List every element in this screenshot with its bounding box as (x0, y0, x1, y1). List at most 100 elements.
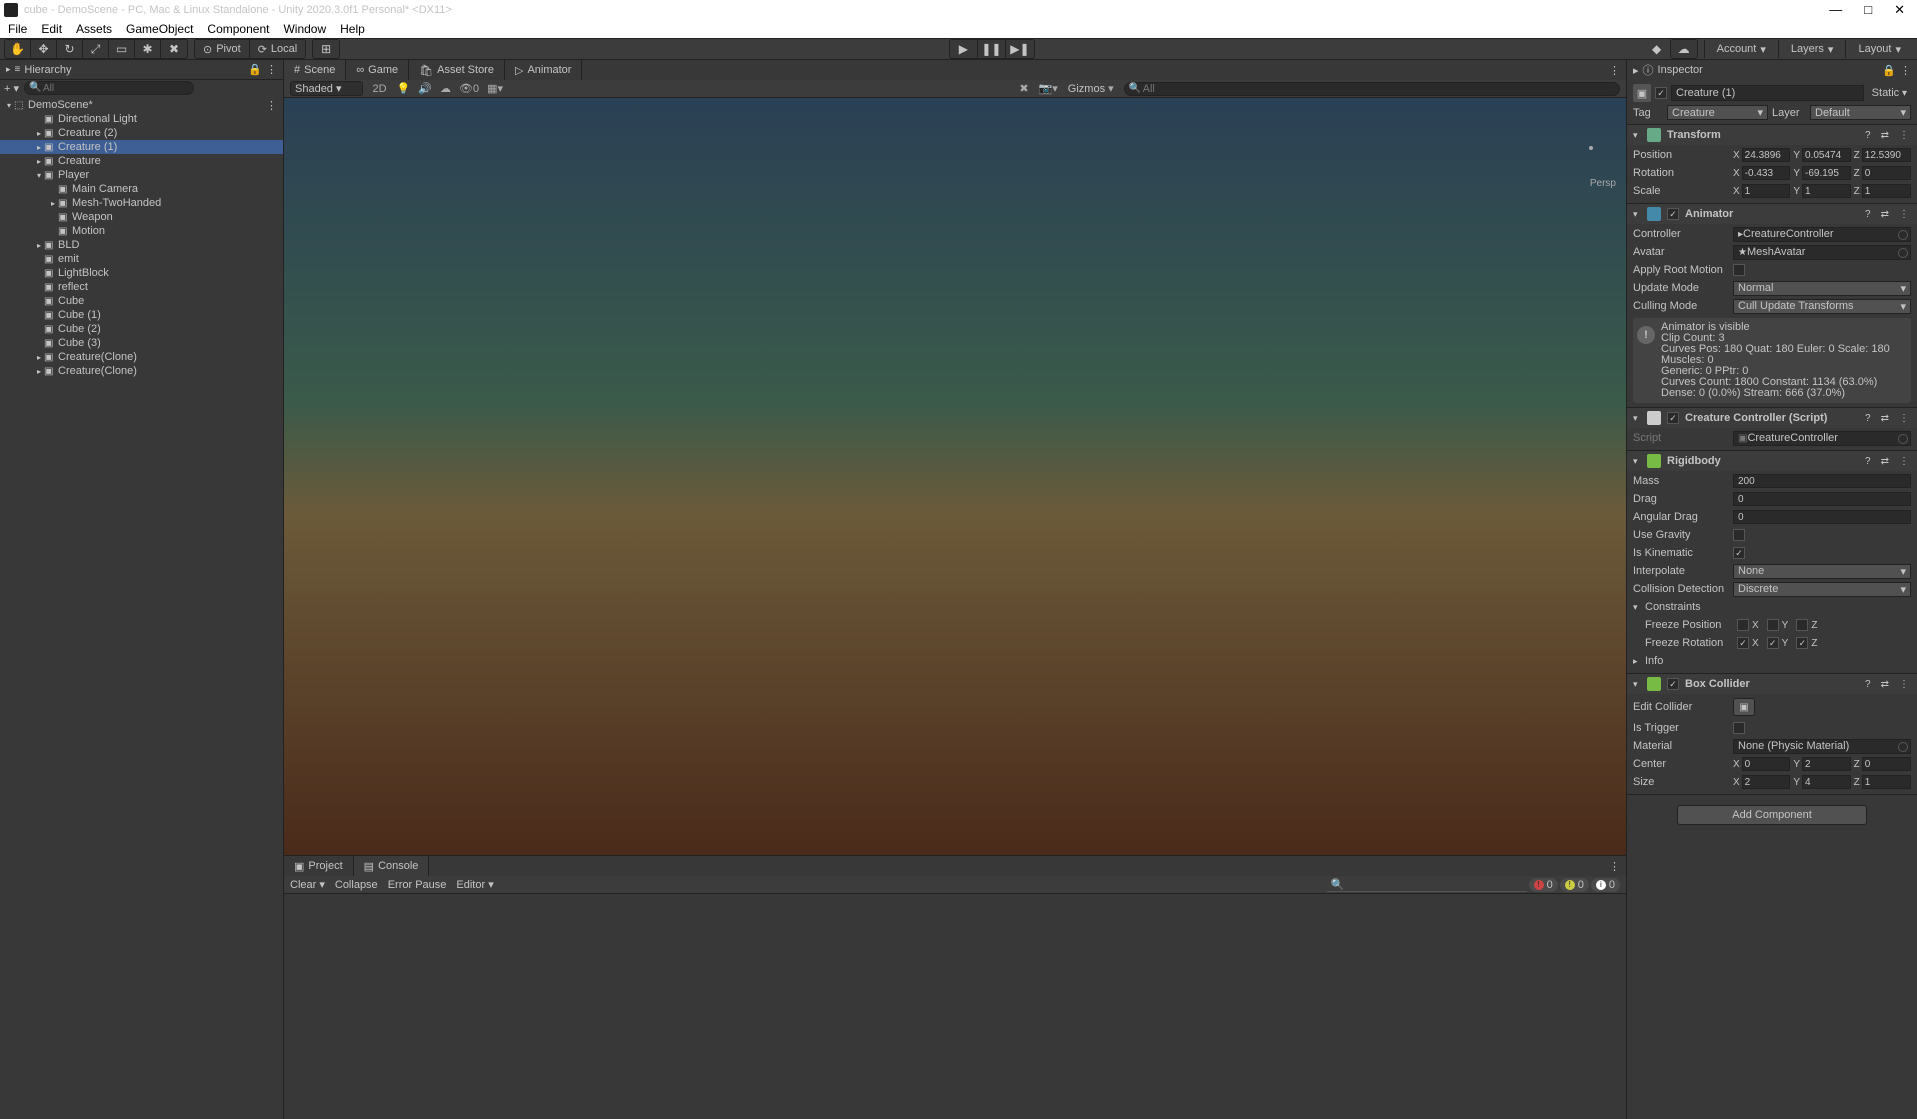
scale-y[interactable] (1802, 184, 1851, 198)
hierarchy-item[interactable]: ▣reflect (0, 280, 283, 294)
position-z[interactable] (1862, 148, 1911, 162)
size-x[interactable] (1742, 775, 1791, 789)
gameobject-icon[interactable]: ▣ (1633, 84, 1651, 102)
usegravity-checkbox[interactable] (1733, 529, 1745, 541)
options-icon[interactable]: ⋮ (1897, 413, 1911, 424)
tab-animator[interactable]: ▷Animator (505, 60, 583, 80)
active-checkbox[interactable] (1655, 87, 1667, 99)
play-button-icon[interactable]: ▶ (950, 40, 978, 58)
shading-mode-dropdown[interactable]: Shaded ▾ (290, 81, 363, 96)
collab-icon[interactable]: ◆ (1644, 40, 1670, 58)
help-icon[interactable]: ? (1863, 679, 1873, 690)
lighting-icon[interactable]: 💡 (397, 82, 411, 95)
hierarchy-item[interactable]: ▣Cube (0, 294, 283, 308)
error-count-badge[interactable]: !0 (1529, 878, 1558, 892)
tab-console[interactable]: ▤Console (354, 856, 430, 876)
options-icon[interactable]: ⋮ (266, 63, 277, 76)
hierarchy-item[interactable]: ▾▣Player (0, 168, 283, 182)
help-icon[interactable]: ? (1863, 456, 1873, 467)
hierarchy-item[interactable]: ▸▣Creature (1) (0, 140, 283, 154)
collision-detection-dropdown[interactable]: Discrete▾ (1733, 582, 1911, 597)
console-clear-button[interactable]: Clear ▾ (290, 878, 325, 891)
size-z[interactable] (1862, 775, 1911, 789)
layers-dropdown[interactable]: Layers ▾ (1778, 40, 1846, 58)
controller-field[interactable]: ▸CreatureController (1733, 227, 1911, 242)
rotation-z[interactable] (1862, 166, 1911, 180)
help-icon[interactable]: ? (1863, 413, 1873, 424)
hierarchy-item[interactable]: ▣Main Camera (0, 182, 283, 196)
custom-tool-icon[interactable]: ✖ (161, 40, 187, 58)
hierarchy-item[interactable]: ▸▣Creature (2) (0, 126, 283, 140)
close-icon[interactable]: ✕ (1894, 2, 1905, 18)
orientation-gizmo-icon[interactable] (1571, 128, 1611, 168)
options-icon[interactable]: ⋮ (1897, 209, 1911, 220)
tab-game[interactable]: ∞Game (346, 60, 409, 80)
menu-window[interactable]: Window (283, 22, 326, 36)
constraints-label[interactable]: Constraints (1645, 601, 1733, 613)
update-mode-dropdown[interactable]: Normal▾ (1733, 281, 1911, 296)
info-count-badge[interactable]: i0 (1591, 878, 1620, 892)
apply-root-checkbox[interactable] (1733, 264, 1745, 276)
freezepos-x-checkbox[interactable] (1737, 619, 1749, 631)
options-icon[interactable]: ⋮ (1897, 679, 1911, 690)
boxcollider-enabled-checkbox[interactable] (1667, 678, 1679, 690)
lock-icon[interactable]: 🔒 (248, 63, 262, 76)
options-icon[interactable]: ⋮ (1897, 130, 1911, 141)
move-tool-icon[interactable]: ✥ (31, 40, 57, 58)
preset-icon[interactable]: ⇄ (1879, 679, 1891, 690)
cloud-icon[interactable]: ☁ (1671, 40, 1697, 58)
mass-field[interactable] (1733, 474, 1911, 488)
rect-tool-icon[interactable]: ▭ (109, 40, 135, 58)
scale-x[interactable] (1742, 184, 1791, 198)
rigidbody-info-label[interactable]: Info (1645, 655, 1733, 667)
center-x[interactable] (1742, 757, 1791, 771)
help-icon[interactable]: ? (1863, 130, 1873, 141)
freezerot-y-checkbox[interactable] (1767, 637, 1779, 649)
object-picker-icon[interactable] (1898, 742, 1908, 752)
create-dropdown-icon[interactable]: + ▾ (4, 82, 24, 95)
drag-field[interactable] (1733, 492, 1911, 506)
toggle-2d[interactable]: 2D (373, 83, 387, 95)
step-button-icon[interactable]: ▶❚ (1006, 40, 1034, 58)
hierarchy-item[interactable]: ▣emit (0, 252, 283, 266)
help-icon[interactable]: ? (1863, 209, 1873, 220)
scene-row[interactable]: ▾⬚ DemoScene* ⋮ (0, 98, 283, 112)
hierarchy-search-input[interactable] (24, 81, 194, 95)
scene-options-icon[interactable]: ⋮ (266, 99, 283, 112)
console-editor-dropdown[interactable]: Editor ▾ (456, 878, 493, 891)
camera-icon[interactable]: 📷▾ (1039, 82, 1058, 95)
hierarchy-item[interactable]: ▸▣Creature (0, 154, 283, 168)
tools-icon[interactable]: ✖ (1019, 82, 1028, 95)
object-picker-icon[interactable] (1898, 248, 1908, 258)
minimize-icon[interactable]: — (1829, 2, 1842, 18)
rotation-x[interactable] (1742, 166, 1791, 180)
options-icon[interactable]: ⋮ (1900, 64, 1911, 77)
console-body[interactable] (284, 894, 1626, 1119)
menu-edit[interactable]: Edit (41, 22, 62, 36)
layout-dropdown[interactable]: Layout ▾ (1845, 40, 1913, 58)
pivot-toggle[interactable]: ⊙Pivot (195, 40, 250, 58)
size-y[interactable] (1802, 775, 1851, 789)
animator-header[interactable]: ▾ Animator ? ⇄ ⋮ (1627, 204, 1917, 224)
hierarchy-item[interactable]: ▸▣BLD (0, 238, 283, 252)
freezepos-y-checkbox[interactable] (1767, 619, 1779, 631)
lock-icon[interactable]: 🔒 (1882, 64, 1896, 77)
rigidbody-header[interactable]: ▾ Rigidbody ? ⇄ ⋮ (1627, 451, 1917, 471)
console-errorpause-button[interactable]: Error Pause (388, 879, 447, 891)
freezepos-z-checkbox[interactable] (1796, 619, 1808, 631)
transform-tool-icon[interactable]: ✱ (135, 40, 161, 58)
hierarchy-header[interactable]: ▸ ≡ Hierarchy 🔒 ⋮ (0, 60, 283, 80)
preset-icon[interactable]: ⇄ (1879, 413, 1891, 424)
freezerot-z-checkbox[interactable] (1796, 637, 1808, 649)
interpolate-dropdown[interactable]: None▾ (1733, 564, 1911, 579)
options-icon[interactable]: ⋮ (1897, 456, 1911, 467)
hierarchy-item[interactable]: ▣LightBlock (0, 266, 283, 280)
audio-icon[interactable]: 🔊 (418, 82, 432, 95)
rotate-tool-icon[interactable]: ↻ (57, 40, 83, 58)
menu-component[interactable]: Component (207, 22, 269, 36)
creature-controller-header[interactable]: ▾ Creature Controller (Script) ? ⇄ ⋮ (1627, 408, 1917, 428)
snap-icon[interactable]: ⊞ (313, 40, 339, 58)
scale-tool-icon[interactable]: ⤢ (83, 40, 109, 58)
menu-gameobject[interactable]: GameObject (126, 22, 193, 36)
grid-icon[interactable]: ▦▾ (487, 82, 503, 95)
